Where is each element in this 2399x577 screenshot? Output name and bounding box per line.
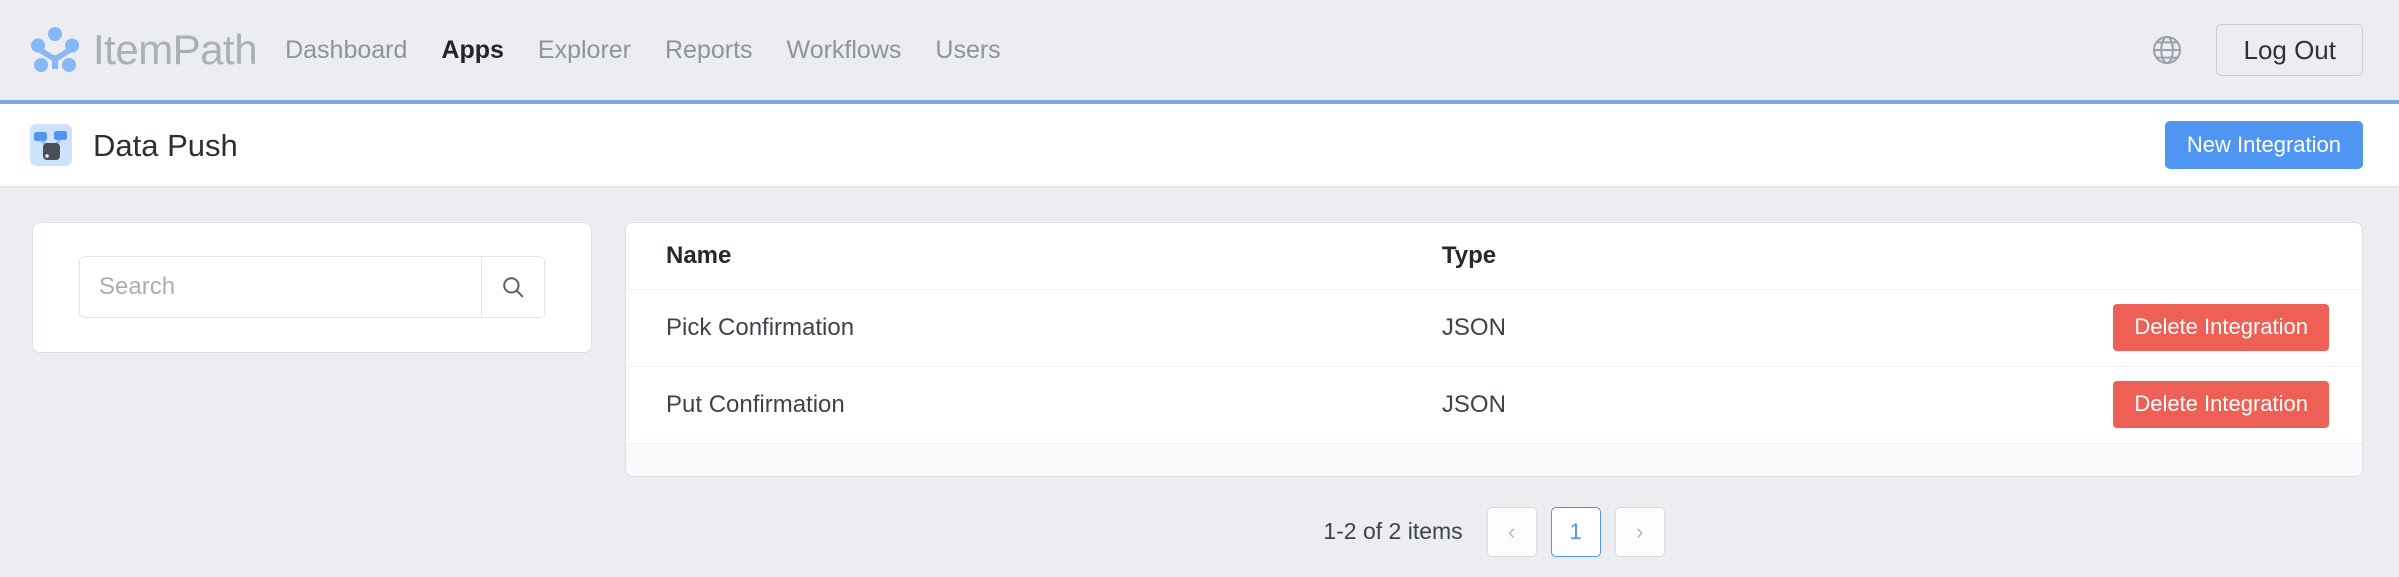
itempath-dots-logo-icon (30, 25, 80, 75)
cell-type: JSON (1441, 289, 1928, 367)
nav-item-workflows[interactable]: Workflows (787, 36, 902, 65)
nav-item-reports[interactable]: Reports (665, 36, 753, 65)
nav-item-dashboard[interactable]: Dashboard (285, 36, 407, 65)
main-nav-items: Dashboard Apps Explorer Reports Workflow… (285, 36, 1001, 65)
pagination-prev-button[interactable]: ‹ (1486, 506, 1537, 557)
integrations-table: Name Type Pick Confirmation JSON Delete … (626, 223, 2362, 444)
table-header-row: Name Type (626, 223, 2362, 290)
brand-name: ItemPath (93, 26, 258, 73)
pagination-page-1-button[interactable]: 1 (1550, 506, 1601, 557)
search-submit-button[interactable] (481, 256, 545, 318)
nav-item-explorer[interactable]: Explorer (538, 36, 631, 65)
delete-integration-button[interactable]: Delete Integration (2113, 381, 2329, 428)
nav-item-apps[interactable]: Apps (441, 36, 504, 65)
brand-logo[interactable]: ItemPath (30, 25, 258, 75)
top-navigation-bar: ItemPath Dashboard Apps Explorer Reports… (0, 0, 2399, 104)
integrations-section: Name Type Pick Confirmation JSON Delete … (625, 222, 2363, 557)
page-title: Data Push (93, 127, 238, 163)
data-push-app-icon (30, 124, 93, 166)
page-content: Name Type Pick Confirmation JSON Delete … (0, 187, 2399, 557)
cell-type: JSON (1441, 366, 1928, 444)
cell-actions: Delete Integration (1927, 366, 2362, 444)
nav-item-users[interactable]: Users (935, 36, 1000, 65)
table-header: Name Type (626, 223, 2362, 290)
column-header-name[interactable]: Name (626, 223, 1442, 290)
cell-name: Pick Confirmation (626, 289, 1442, 367)
search-panel (32, 222, 592, 353)
delete-integration-button[interactable]: Delete Integration (2113, 304, 2329, 351)
page-title-bar: Data Push New Integration (0, 104, 2399, 187)
search-input[interactable] (79, 256, 481, 318)
table-footer (626, 443, 2362, 476)
globe-icon[interactable] (2150, 33, 2184, 67)
cell-name: Put Confirmation (626, 366, 1442, 444)
table-body: Pick Confirmation JSON Delete Integratio… (626, 289, 2362, 444)
new-integration-button[interactable]: New Integration (2164, 120, 2363, 170)
header-right-actions: Log Out (2150, 23, 2363, 77)
table-row[interactable]: Pick Confirmation JSON Delete Integratio… (626, 289, 2362, 367)
logout-button[interactable]: Log Out (2216, 23, 2363, 77)
column-header-type[interactable]: Type (1441, 223, 1928, 290)
pagination-info: 1-2 of 2 items (1323, 518, 1463, 544)
integrations-table-card: Name Type Pick Confirmation JSON Delete … (625, 222, 2363, 477)
pagination-next-button[interactable]: › (1614, 506, 1665, 557)
cell-actions: Delete Integration (1927, 289, 2362, 367)
pagination: 1-2 of 2 items ‹ 1 › (625, 477, 2363, 557)
search-row (79, 256, 545, 318)
column-header-actions (1927, 223, 2362, 290)
table-row[interactable]: Put Confirmation JSON Delete Integration (626, 366, 2362, 444)
magnifier-icon (500, 274, 526, 300)
